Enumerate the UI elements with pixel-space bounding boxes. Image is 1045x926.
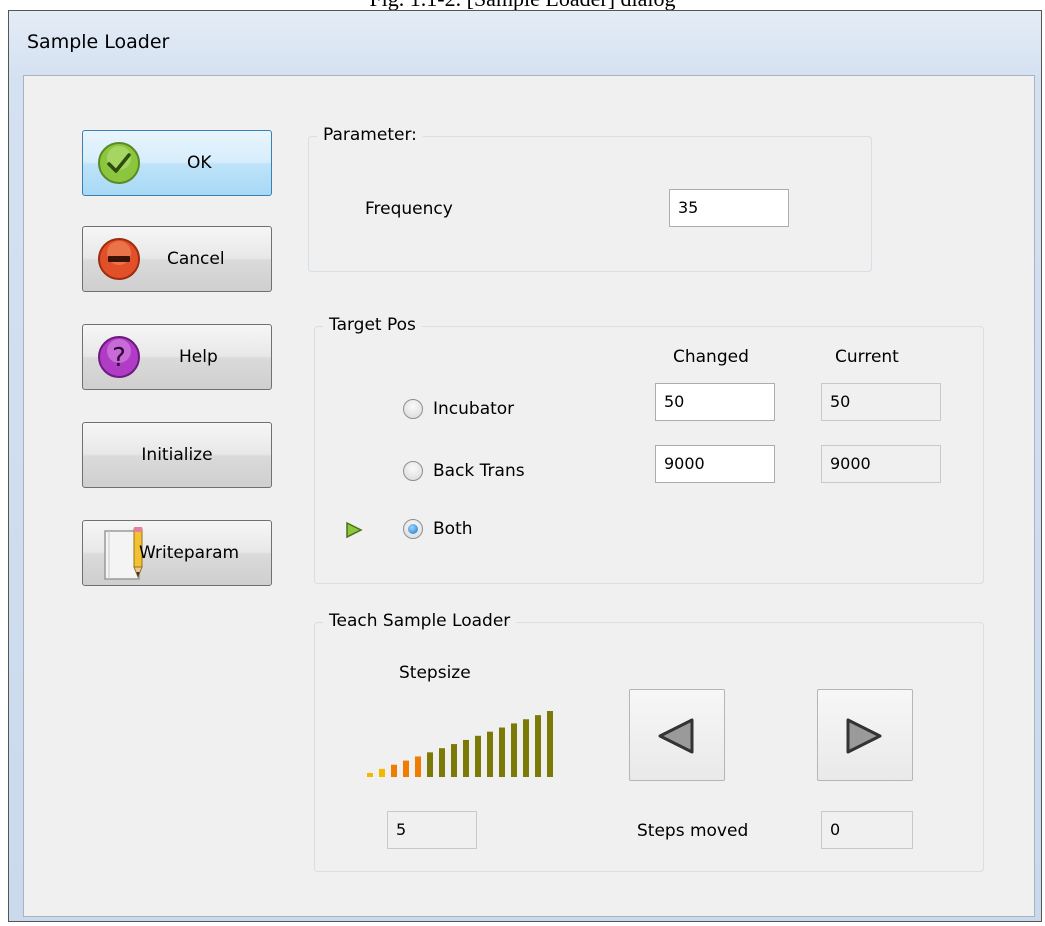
stepsize-value: 5 <box>387 811 477 849</box>
stepsize-bar[interactable] <box>511 723 517 777</box>
writeparam-button-label: Writeparam <box>139 543 240 563</box>
both-label[interactable]: Both <box>433 519 473 539</box>
question-icon: ? <box>98 336 140 378</box>
incubator-radio[interactable] <box>403 399 423 419</box>
steps-moved-label: Steps moved <box>637 821 749 841</box>
stepsize-bar[interactable] <box>463 739 469 777</box>
stepsize-bar[interactable] <box>427 752 433 777</box>
teach-sample-loader-group: Teach Sample Loader Stepsize 5 Steps mov… <box>314 611 984 872</box>
dialog-client-area: OK Cancel ? Help Initialize Writeparam P… <box>23 75 1035 917</box>
back-trans-label[interactable]: Back Trans <box>433 461 525 481</box>
stepsize-bar[interactable] <box>379 768 385 777</box>
step-left-button[interactable] <box>629 689 725 781</box>
window-title: Sample Loader <box>27 31 170 53</box>
teach-legend: Teach Sample Loader <box>323 611 517 631</box>
stepsize-bar[interactable] <box>439 748 445 777</box>
stepsize-bar[interactable] <box>499 727 505 777</box>
step-right-button[interactable] <box>817 689 913 781</box>
steps-moved-value: 0 <box>821 811 913 849</box>
stepsize-bar[interactable] <box>487 731 493 777</box>
stepsize-bar[interactable] <box>391 764 397 777</box>
right-triangle-icon <box>846 718 882 754</box>
current-column-header: Current <box>835 347 899 367</box>
incubator-current-value: 50 <box>821 383 941 421</box>
back-trans-current-value: 9000 <box>821 445 941 483</box>
ok-button-label: OK <box>187 153 212 173</box>
cancel-button-label: Cancel <box>167 249 225 269</box>
back-trans-radio[interactable] <box>403 461 423 481</box>
help-button-label: Help <box>179 347 218 367</box>
frequency-input[interactable]: 35 <box>669 189 789 227</box>
stepsize-bar[interactable] <box>403 760 409 777</box>
checkmark-icon <box>98 142 140 184</box>
writeparam-button[interactable]: Writeparam <box>82 520 272 586</box>
stepsize-bar[interactable] <box>547 711 553 777</box>
stepsize-bar[interactable] <box>415 756 421 777</box>
initialize-button-label: Initialize <box>141 445 213 465</box>
stepsize-bar[interactable] <box>475 735 481 777</box>
stepsize-label: Stepsize <box>399 663 471 683</box>
svg-text:?: ? <box>112 343 126 373</box>
parameter-legend: Parameter: <box>317 125 423 145</box>
target-pos-legend: Target Pos <box>323 315 422 335</box>
stepsize-bar[interactable] <box>367 773 373 777</box>
incubator-label[interactable]: Incubator <box>433 399 514 419</box>
frequency-label: Frequency <box>365 199 453 219</box>
back-trans-changed-input[interactable]: 9000 <box>655 445 775 483</box>
changed-column-header: Changed <box>673 347 749 367</box>
play-arrow-icon <box>346 521 363 539</box>
sample-loader-window: Sample Loader OK Cancel ? Help Initializ… <box>8 10 1042 922</box>
left-triangle-icon <box>658 718 694 754</box>
ok-button[interactable]: OK <box>82 130 272 196</box>
incubator-changed-input[interactable]: 50 <box>655 383 775 421</box>
initialize-button[interactable]: Initialize <box>82 422 272 488</box>
parameter-group: Parameter: Frequency 35 <box>308 125 872 272</box>
stepsize-bar[interactable] <box>523 719 529 777</box>
target-pos-group: Target Pos Changed Current Incubator 50 … <box>314 315 984 584</box>
stepsize-bar[interactable] <box>535 715 541 777</box>
stepsize-bar[interactable] <box>451 744 457 777</box>
minus-icon <box>98 238 140 280</box>
both-radio[interactable] <box>403 519 423 539</box>
help-button[interactable]: ? Help <box>82 324 272 390</box>
stepsize-slider[interactable] <box>365 709 561 779</box>
cancel-button[interactable]: Cancel <box>82 226 272 292</box>
